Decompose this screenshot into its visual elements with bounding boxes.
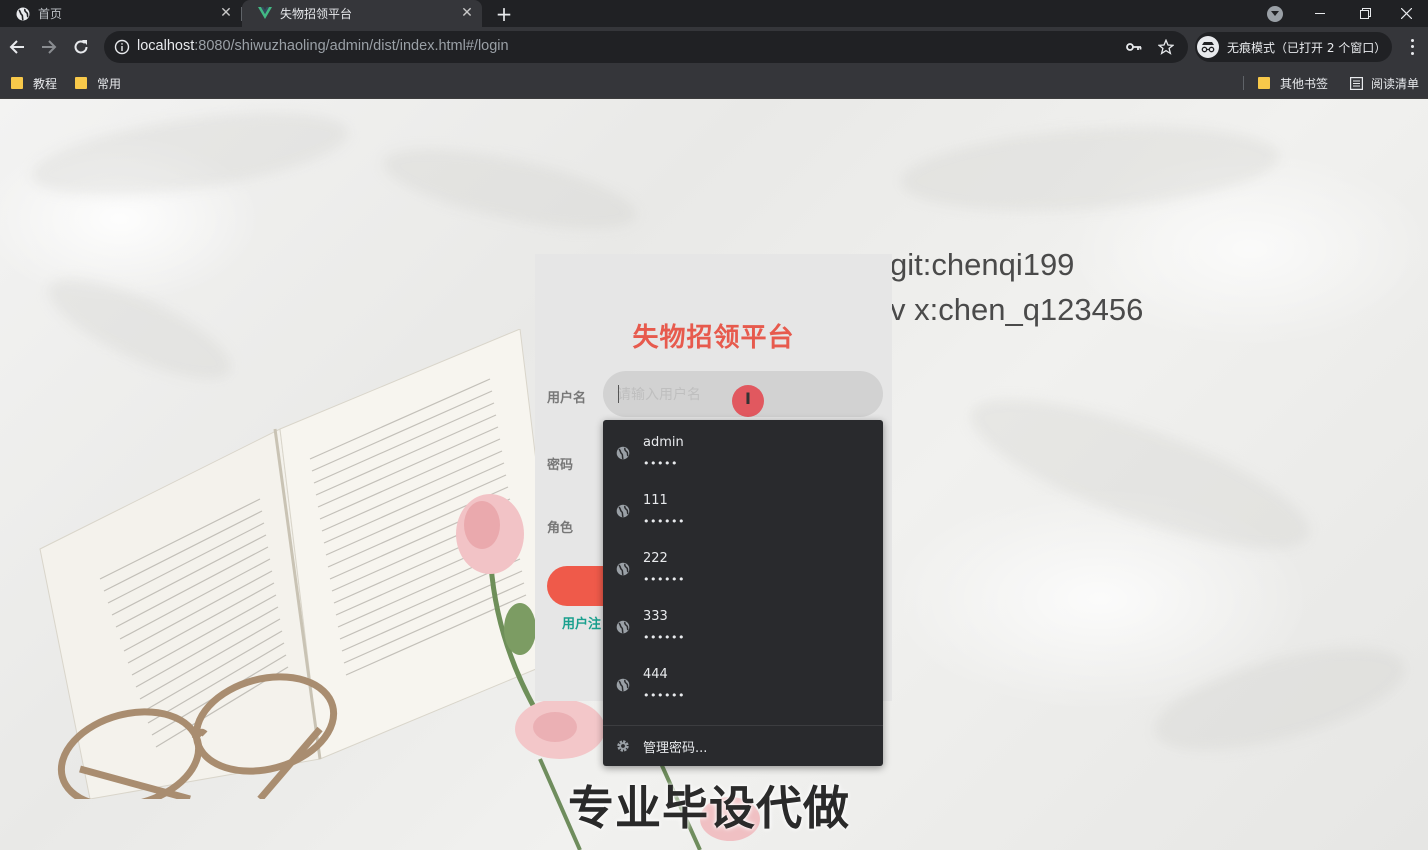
password-label: 密码 [547, 458, 574, 473]
globe-icon [616, 503, 630, 518]
tab-strip: 首页 ✕ 失物招领平台 ✕ + [0, 0, 1428, 27]
autofill-item[interactable]: 444 •••••• [603, 661, 883, 719]
folder-icon [1258, 77, 1270, 89]
bookmark-folder-common[interactable]: 常用 [75, 73, 121, 93]
sheet-fold [1144, 626, 1416, 772]
restore-icon[interactable] [1343, 0, 1387, 27]
back-icon[interactable] [5, 35, 29, 59]
incognito-label: 无痕模式（已打开 2 个窗口） [1227, 40, 1387, 55]
bookmark-label: 常用 [97, 76, 122, 91]
close-tab-icon[interactable]: ✕ [219, 5, 233, 21]
folder-icon [75, 77, 87, 89]
bookmark-folder-tutorial[interactable]: 教程 [11, 73, 57, 93]
open-book-image [39, 329, 563, 799]
manage-passwords-item[interactable]: 管理密码... [603, 726, 883, 766]
autofill-password: ••••• [643, 457, 678, 470]
register-link[interactable]: 用户注 [562, 613, 601, 632]
login-title: 失物招领平台 [632, 323, 795, 353]
username-label: 用户名 [547, 391, 587, 406]
autofill-password: •••••• [643, 631, 685, 644]
autofill-username: 333 [643, 609, 668, 624]
watermark-wechat: v x:chen_q123456 [890, 292, 1144, 327]
sheet-fold [897, 115, 1283, 223]
password-autofill-dropdown: admin ••••• 111 •••••• 222 •••••• 333 ••… [603, 420, 883, 766]
autofill-item[interactable]: 111 •••••• [603, 487, 883, 545]
sheet-fold [376, 132, 644, 246]
text-caret [618, 385, 619, 403]
role-label: 角色 [547, 521, 574, 536]
key-icon[interactable] [1126, 39, 1142, 55]
tab-search-icon[interactable] [1267, 6, 1283, 22]
gear-icon [616, 738, 630, 752]
tab-home[interactable]: 首页 ✕ [0, 0, 242, 27]
bookmark-label: 阅读清单 [1371, 76, 1420, 91]
autofill-item[interactable]: 222 •••••• [603, 545, 883, 603]
autofill-username: 444 [643, 667, 668, 682]
autofill-item[interactable]: admin ••••• [603, 429, 883, 487]
tab-title: 首页 [38, 7, 63, 21]
autofill-username: admin [643, 435, 684, 450]
video-caption: 专业毕设代做 [568, 781, 850, 835]
address-bar[interactable]: localhost:8080/shiwuzhaoling/admin/dist/… [104, 31, 1188, 63]
reading-list-icon [1350, 76, 1363, 90]
bookmark-other[interactable]: 其他书签 [1258, 73, 1328, 93]
tab-title: 失物招领平台 [280, 7, 353, 21]
bookmark-star-icon[interactable] [1158, 39, 1174, 55]
vue-logo-icon [258, 7, 272, 21]
folder-icon [11, 77, 23, 89]
close-tab-icon[interactable]: ✕ [460, 5, 474, 21]
globe-icon [616, 561, 630, 576]
autofill-username: 222 [643, 551, 668, 566]
reload-icon[interactable] [69, 35, 93, 59]
tab-active[interactable]: 失物招领平台 ✕ [242, 0, 482, 27]
globe-icon [616, 619, 630, 634]
bookmarks-separator [1243, 76, 1244, 90]
globe-icon [16, 7, 30, 21]
manage-passwords-label: 管理密码... [643, 741, 708, 756]
incognito-indicator[interactable]: 无痕模式（已打开 2 个窗口） [1195, 32, 1392, 62]
bookmark-label: 其他书签 [1280, 76, 1329, 91]
incognito-icon [1197, 36, 1219, 58]
bookmark-label: 教程 [33, 76, 58, 91]
autofill-password: •••••• [643, 573, 685, 586]
autofill-item[interactable]: 333 •••••• [603, 603, 883, 661]
minimize-icon[interactable] [1298, 0, 1342, 27]
forward-icon[interactable] [37, 35, 61, 59]
url-text: localhost:8080/shiwuzhaoling/admin/dist/… [137, 38, 509, 54]
autofill-username: 111 [643, 493, 668, 508]
sheet-fold [955, 370, 1325, 578]
site-info-icon[interactable] [114, 39, 130, 55]
globe-icon [616, 445, 630, 460]
bookmarks-bar: 教程 常用 其他书签 阅读清单 [0, 67, 1428, 99]
text-cursor-icon: I [745, 389, 751, 408]
reading-list[interactable]: 阅读清单 [1350, 73, 1419, 93]
watermark-git: git:chenqi199 [890, 247, 1075, 282]
browser-menu-icon[interactable] [1404, 37, 1420, 57]
autofill-password: •••••• [643, 515, 685, 528]
globe-icon [616, 677, 630, 692]
autofill-password: •••••• [643, 689, 685, 702]
new-tab-icon[interactable]: + [494, 4, 514, 24]
sheet-fold [26, 99, 354, 211]
close-window-icon[interactable] [1384, 0, 1428, 27]
browser-toolbar: localhost:8080/shiwuzhaoling/admin/dist/… [0, 27, 1428, 67]
